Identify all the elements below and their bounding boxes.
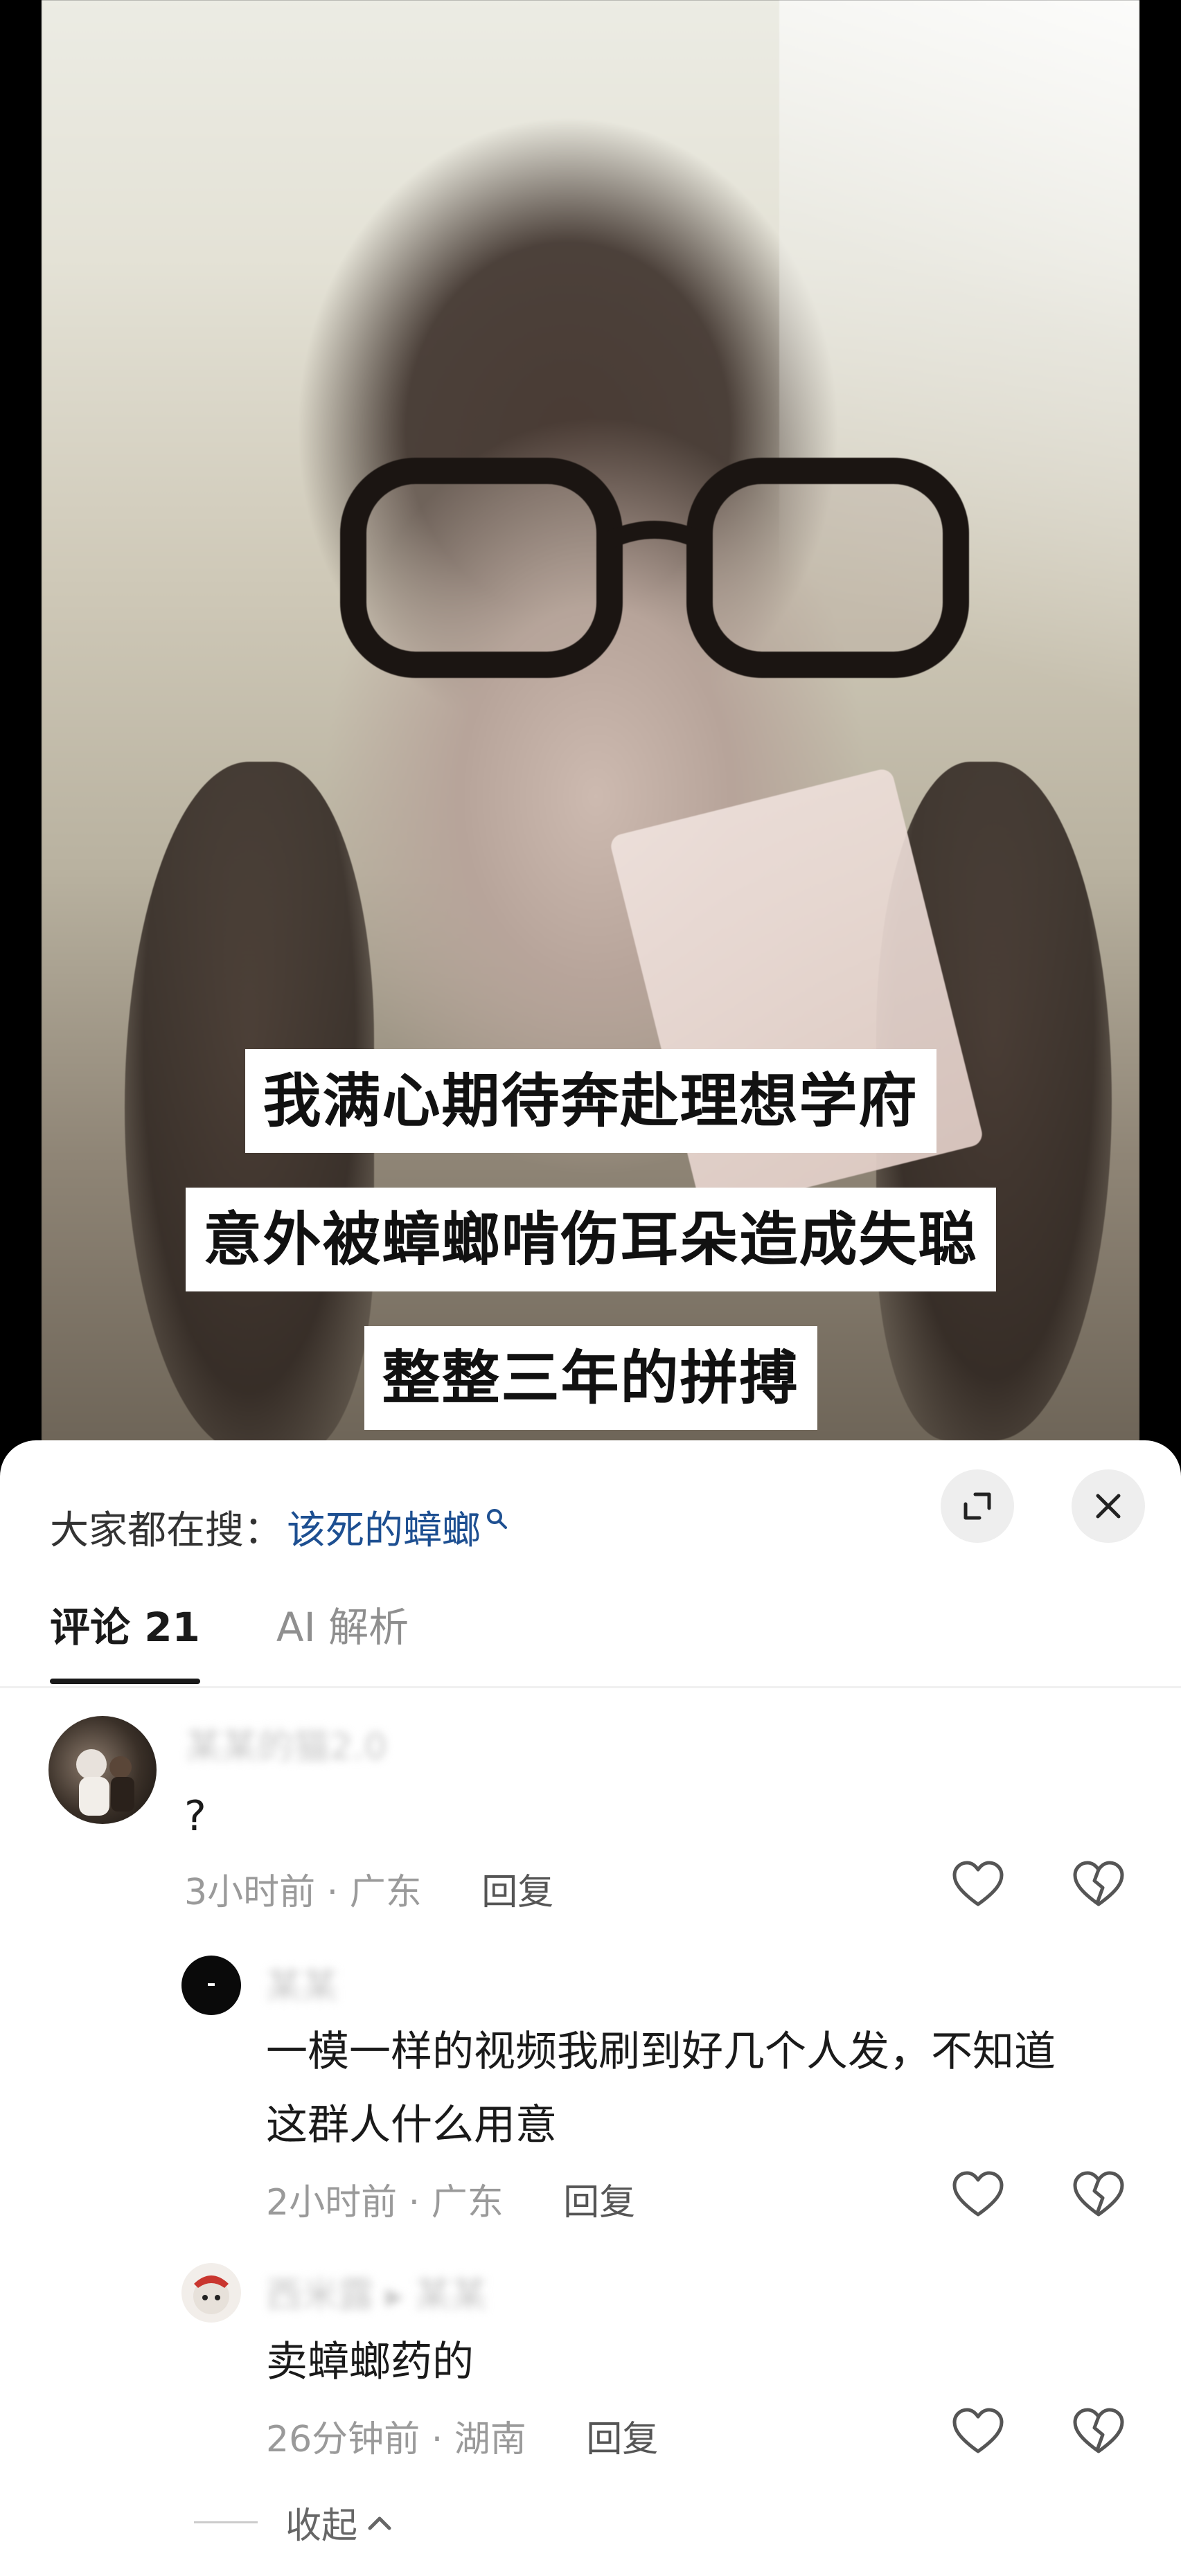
video-subtitle-1: 我满心期待奔赴理想学府 <box>245 1049 936 1153</box>
tab-comments-label: 评论 21 <box>50 1604 200 1651</box>
video-glasses <box>340 458 969 678</box>
comment-username[interactable]: 西米露 ▸ 某某 <box>266 2266 487 2318</box>
comment-time: 3小时前 <box>184 1872 316 1913</box>
tab-comments[interactable]: 评论 21 <box>50 1593 200 1684</box>
like-icon[interactable] <box>950 1857 1006 1913</box>
tabs-divider <box>0 1686 1181 1688</box>
comment-text: 这群人什么用意 <box>266 2101 557 2149</box>
comment-username[interactable]: 某某 <box>266 1957 338 2009</box>
reply-button[interactable]: 回复 <box>563 2182 635 2224</box>
avatar-image <box>193 2275 229 2314</box>
comment-username[interactable]: 某某的猫2.0 <box>186 1717 387 1769</box>
comment-meta: 2小时前 · 广东 回复 <box>266 2173 635 2225</box>
search-icon <box>487 1509 507 1529</box>
collapse-replies-button[interactable]: 收起 <box>194 2496 395 2548</box>
screen: 我满心期待奔赴理想学府 意外被蟑螂啃伤耳朵造成失聪 整整三年的拼搏 大家都在搜：… <box>0 0 1181 2576</box>
trending-search-term[interactable]: 该死的蟑螂 <box>287 1499 481 1555</box>
dislike-icon[interactable] <box>1071 2167 1126 2223</box>
comment-time: 26分钟前 <box>266 2419 420 2460</box>
comment-tabs: 评论 21 AI 解析 <box>50 1593 485 1684</box>
avatar[interactable] <box>48 1716 157 1824</box>
video-subtitle-3: 整整三年的拼搏 <box>364 1326 817 1430</box>
comment-meta: 3小时前 · 广东 回复 <box>184 1863 553 1915</box>
video-subtitle-2: 意外被蟑螂啃伤耳朵造成失聪 <box>185 1188 996 1291</box>
comment-location: 广东 <box>349 1872 422 1913</box>
like-icon[interactable] <box>950 2167 1006 2223</box>
avatar[interactable] <box>181 1956 241 2015</box>
collapse-divider <box>194 2521 258 2523</box>
video-player[interactable]: 我满心期待奔赴理想学府 意外被蟑螂啃伤耳朵造成失聪 整整三年的拼搏 <box>0 0 1181 1447</box>
tab-ai-analysis-label: AI 解析 <box>276 1604 409 1651</box>
tab-active-indicator <box>50 1679 200 1684</box>
close-button[interactable] <box>1072 1469 1145 1543</box>
reply-button[interactable]: 回复 <box>586 2419 658 2460</box>
avatar-image <box>76 1749 134 1816</box>
comment-text: 一模一样的视频我刷到好几个人发，不知道 <box>266 2028 1056 2076</box>
comment-time: 2小时前 <box>266 2182 398 2224</box>
reply-button[interactable]: 回复 <box>481 1872 553 1913</box>
expand-button[interactable] <box>941 1469 1014 1543</box>
expand-icon <box>964 1492 991 1520</box>
comment-location: 湖南 <box>454 2419 526 2460</box>
meta-separator: · <box>408 2182 432 2224</box>
comment-text: 卖蟑螂药的 <box>266 2338 474 2386</box>
collapse-label: 收起 <box>285 2505 358 2547</box>
chevron-up-icon <box>368 2516 391 2530</box>
tab-ai-analysis[interactable]: AI 解析 <box>276 1593 409 1662</box>
dislike-icon[interactable] <box>1071 1857 1126 1913</box>
meta-separator: · <box>431 2419 454 2460</box>
like-icon[interactable] <box>950 2404 1006 2460</box>
close-icon <box>1096 1494 1121 1519</box>
avatar[interactable] <box>181 2263 241 2323</box>
comment-location: 广东 <box>431 2182 504 2224</box>
comment-text: ? <box>184 1792 206 1841</box>
dislike-icon[interactable] <box>1071 2404 1126 2460</box>
trending-search[interactable]: 大家都在搜： 该死的蟑螂 <box>50 1499 508 1555</box>
meta-separator: · <box>326 1872 350 1913</box>
trending-search-label: 大家都在搜： <box>50 1508 283 1553</box>
comment-meta: 26分钟前 · 湖南 回复 <box>266 2410 658 2462</box>
avatar-image <box>208 1983 215 1986</box>
